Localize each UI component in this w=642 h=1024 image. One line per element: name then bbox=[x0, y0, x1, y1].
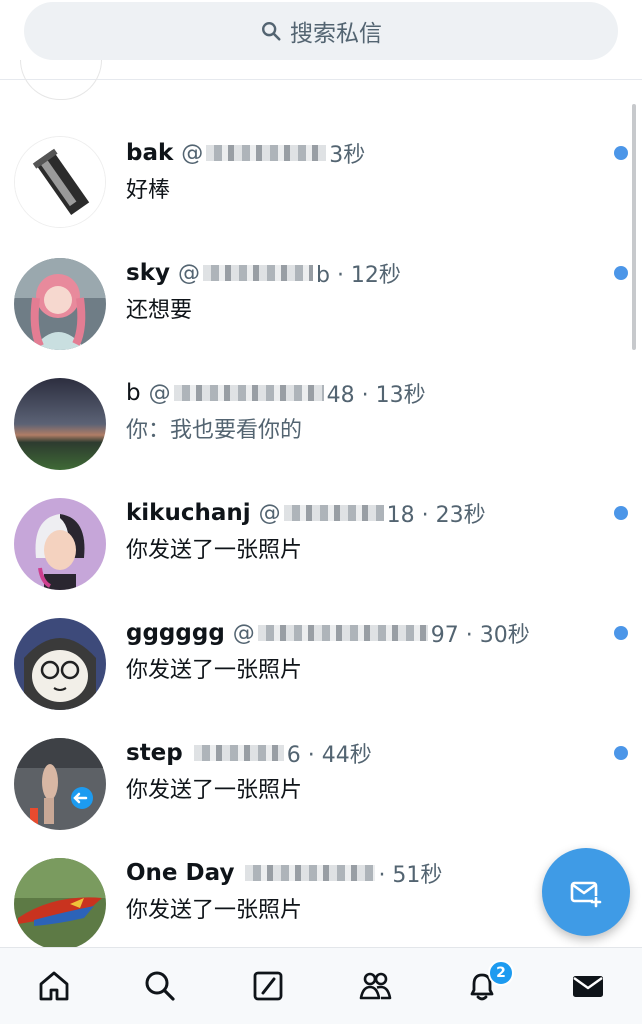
new-message-button[interactable] bbox=[542, 848, 630, 936]
message-preview: 你发送了一张照片 bbox=[126, 658, 303, 683]
contact-handle: @ bbox=[233, 621, 431, 646]
message-preview: 你：我也要看你的 bbox=[126, 418, 303, 443]
avatar[interactable] bbox=[14, 618, 106, 710]
contact-handle: @ bbox=[181, 141, 329, 166]
conversation-header: kikuchanj @ 18 · 23秒 bbox=[126, 498, 486, 528]
unread-dot bbox=[614, 146, 628, 160]
avatar[interactable] bbox=[14, 378, 106, 470]
conversation-row[interactable]: kikuchanj @ 18 · 23秒 你发送了一张照片 bbox=[0, 484, 642, 604]
unread-dot bbox=[614, 506, 628, 520]
conversation-row[interactable]: gggggg @ 97 · 30秒 你发送了一张照片 bbox=[0, 604, 642, 724]
tab-communities[interactable] bbox=[355, 966, 395, 1006]
conversation-row[interactable]: step 6 · 44秒 你发送了一张照片 bbox=[0, 724, 642, 844]
avatar[interactable] bbox=[20, 60, 102, 100]
message-preview: 你发送了一张照片 bbox=[126, 898, 303, 923]
contact-name: b bbox=[126, 380, 141, 406]
unread-dot bbox=[614, 746, 628, 760]
avatar[interactable] bbox=[14, 258, 106, 350]
contact-handle: @ bbox=[259, 501, 387, 526]
contact-name: bak bbox=[126, 140, 174, 166]
conversation-row[interactable]: b @ 48 · 13秒 你：我也要看你的 bbox=[0, 364, 642, 484]
search-icon bbox=[262, 22, 281, 41]
timestamp: b · 12秒 bbox=[315, 263, 401, 288]
search-placeholder: 搜索私信 bbox=[290, 21, 382, 47]
avatar[interactable] bbox=[14, 858, 106, 950]
conversation-row[interactable]: sky @ b · 12秒 还想要 bbox=[0, 244, 642, 364]
tab-messages[interactable] bbox=[568, 966, 608, 1006]
contact-handle: @ bbox=[178, 261, 316, 286]
unread-dot bbox=[614, 626, 628, 640]
timestamp: 3秒 bbox=[329, 143, 366, 168]
conversation-row[interactable]: bak @ 3秒 好棒 bbox=[0, 124, 642, 244]
contact-name: One Day bbox=[126, 860, 235, 886]
envelope-icon bbox=[573, 976, 603, 997]
home-icon bbox=[39, 971, 69, 1001]
slash-box-icon bbox=[253, 971, 283, 1001]
conversation-header: step 6 · 44秒 bbox=[126, 738, 372, 768]
avatar[interactable] bbox=[14, 498, 106, 590]
timestamp: 18 · 23秒 bbox=[386, 503, 486, 528]
conversation-header: One Day · 51秒 bbox=[126, 858, 442, 888]
contact-handle bbox=[242, 865, 378, 881]
timestamp: 97 · 30秒 bbox=[430, 623, 530, 648]
message-preview: 你发送了一张照片 bbox=[126, 538, 303, 563]
timestamp: 6 · 44秒 bbox=[286, 743, 372, 768]
contact-name: step bbox=[126, 740, 183, 766]
message-preview: 还想要 bbox=[126, 298, 193, 323]
contact-handle bbox=[191, 745, 287, 761]
contact-name: kikuchanj bbox=[126, 500, 251, 526]
tab-grok[interactable] bbox=[248, 966, 288, 1006]
timestamp: 48 · 13秒 bbox=[326, 383, 426, 408]
avatar[interactable] bbox=[14, 738, 106, 830]
tab-home[interactable] bbox=[34, 966, 74, 1006]
timestamp: · 51秒 bbox=[378, 863, 443, 888]
tab-search[interactable] bbox=[140, 966, 180, 1006]
message-preview: 好棒 bbox=[126, 178, 171, 203]
conversation-header: bak @ 3秒 bbox=[126, 138, 365, 168]
conversation-header: b @ 48 · 13秒 bbox=[126, 378, 426, 408]
message-preview: 你发送了一张照片 bbox=[126, 778, 303, 803]
conversation-header: gggggg @ 97 · 30秒 bbox=[126, 618, 530, 648]
envelope-plus-icon bbox=[570, 881, 602, 908]
search-input[interactable]: 搜索私信 bbox=[24, 2, 618, 60]
people-icon bbox=[359, 972, 392, 1000]
search-icon bbox=[145, 971, 175, 1001]
notification-badge: 2 bbox=[488, 960, 514, 986]
avatar[interactable] bbox=[14, 136, 106, 228]
contact-name: sky bbox=[126, 260, 170, 286]
contact-name: gggggg bbox=[126, 620, 225, 646]
conversation-header: sky @ b · 12秒 bbox=[126, 258, 401, 288]
contact-handle: @ bbox=[149, 381, 327, 406]
unread-dot bbox=[614, 266, 628, 280]
bottom-tab-bar: 2 bbox=[0, 947, 642, 1024]
